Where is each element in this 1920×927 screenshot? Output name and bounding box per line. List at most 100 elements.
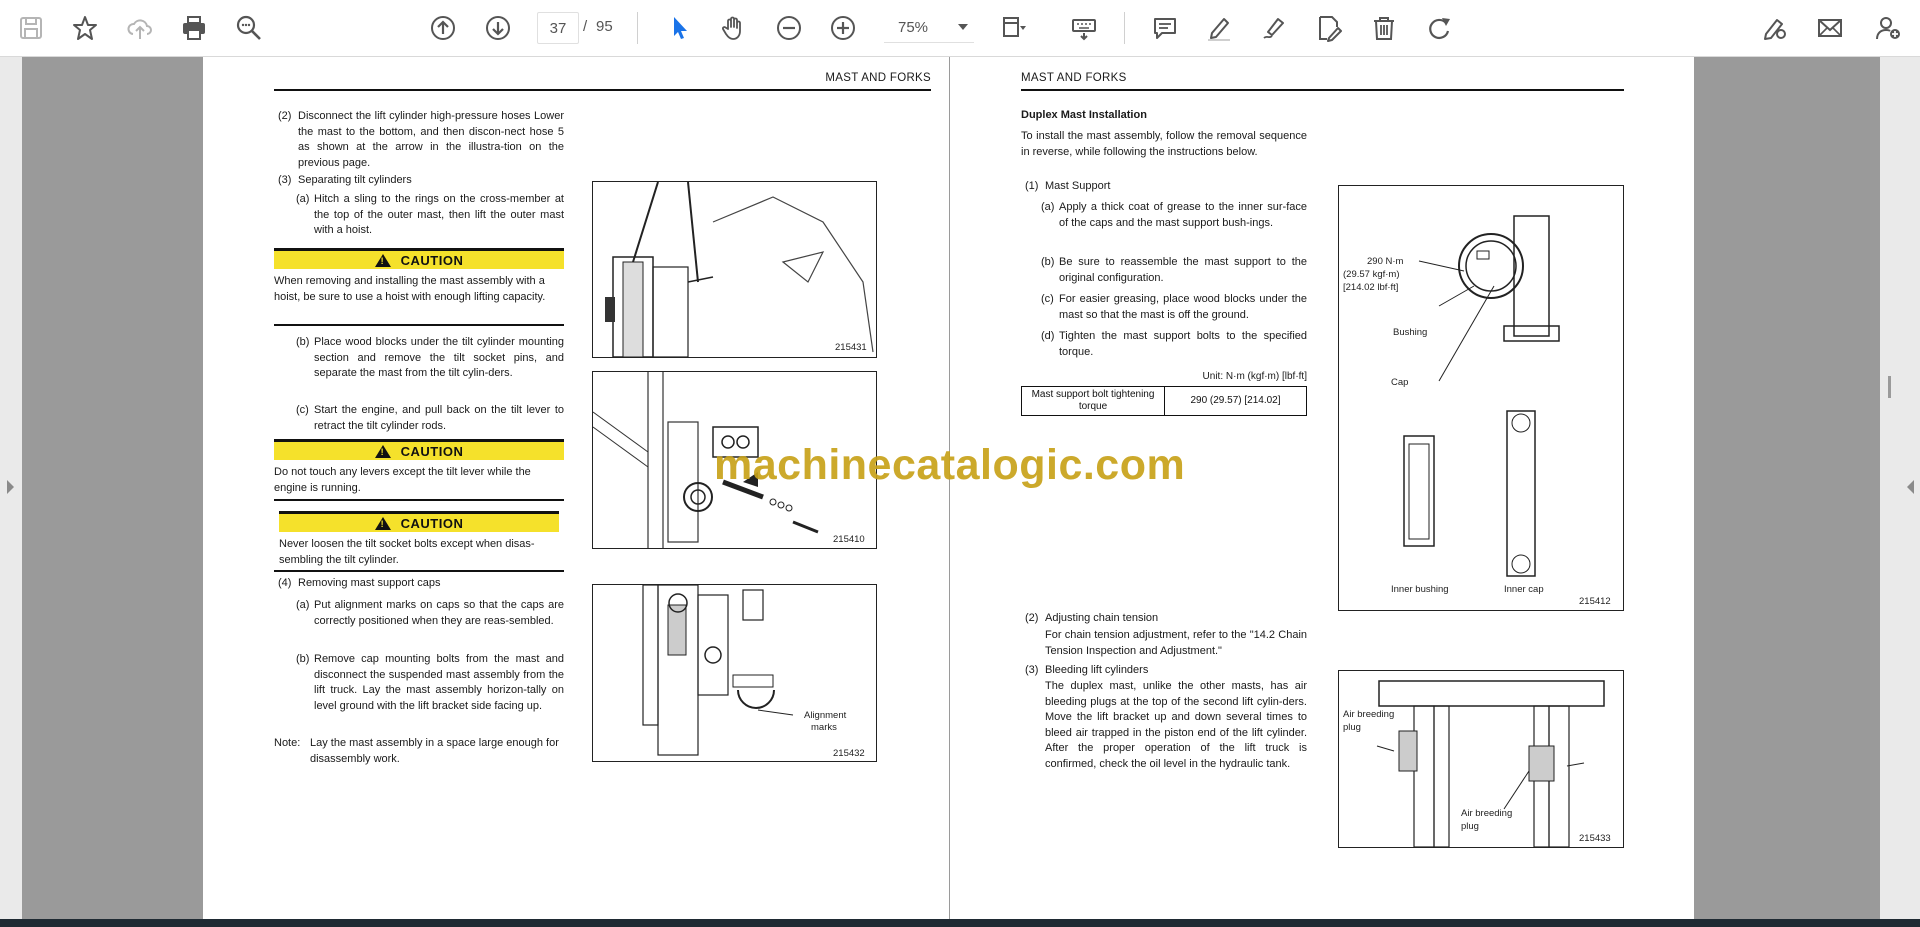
print-icon[interactable] [176, 10, 212, 46]
substep-number: (a) [296, 599, 310, 611]
substep-number: (c) [296, 404, 309, 416]
caution-rule [274, 499, 564, 501]
step-text: The duplex mast, unlike the other masts,… [1045, 680, 1307, 770]
select-cursor-icon[interactable] [661, 10, 697, 46]
right-panel-toggle[interactable] [1880, 57, 1920, 919]
sign-edit-icon[interactable] [1757, 10, 1793, 46]
zoom-in-icon[interactable] [825, 10, 861, 46]
page-number-input[interactable]: 37 [537, 12, 579, 44]
figure-callout: Inner cap [1504, 584, 1544, 595]
warning-triangle-icon: ! [374, 516, 391, 530]
caution-label: CAUTION [400, 443, 464, 459]
toolbar: 37 / 95 75% [0, 0, 1920, 57]
save-icon[interactable] [13, 10, 49, 46]
substep-text: Start the engine, and pull back on the t… [314, 404, 564, 432]
step-number: (2) [278, 110, 292, 122]
step-number: (3) [1025, 664, 1039, 676]
caution-text: When removing and installing the mast as… [274, 275, 546, 303]
hand-tool-icon[interactable] [716, 10, 752, 46]
previous-page-icon[interactable] [425, 10, 461, 46]
intro-text: To install the mast assembly, follow the… [1021, 130, 1307, 158]
figure-callout: plug [1343, 722, 1361, 733]
caution-text: Do not touch any levers except the tilt … [274, 466, 531, 494]
expand-left-icon[interactable] [7, 480, 14, 494]
table-row: Mast support bolt tightening torque 290 … [1021, 386, 1307, 416]
figure-number: 215431 [835, 342, 867, 353]
expand-right-icon[interactable] [1907, 480, 1914, 494]
header-rule [274, 89, 931, 91]
substep-text: Be sure to reassemble the mast support t… [1059, 256, 1307, 284]
step-number: (2) [1025, 612, 1039, 624]
toolbar-divider [1124, 12, 1125, 44]
email-icon[interactable] [1812, 10, 1848, 46]
caution-text: Never loosen the tilt socket bolts excep… [279, 538, 535, 566]
step-number: (1) [1025, 180, 1039, 192]
figure-mast-support: 290 N·m (29.57 kgf·m) [214.02 lbf·ft] Bu… [1338, 185, 1624, 611]
substep-text: Apply a thick coat of grease to the inne… [1059, 201, 1307, 229]
add-user-icon[interactable] [1870, 10, 1906, 46]
figure-callout: (29.57 kgf·m) [1343, 269, 1400, 280]
zoom-out-search-icon[interactable] [231, 10, 267, 46]
step-title: Bleeding lift cylinders [1045, 664, 1149, 676]
zoom-select[interactable]: 75% [884, 12, 974, 43]
figure-number: 215432 [833, 748, 865, 759]
substep-number: (b) [296, 336, 310, 348]
caution-banner: ! CAUTION [279, 511, 559, 532]
substep-text: Tighten the mast support bolts to the sp… [1059, 330, 1307, 358]
caution-label: CAUTION [400, 515, 464, 531]
header-rule [1021, 89, 1624, 91]
substep-text: For easier greasing, place wood blocks u… [1059, 293, 1307, 321]
figure-callout: Air breeding [1343, 709, 1395, 720]
figure-callout: [214.02 lbf·ft] [1343, 282, 1399, 293]
figure-number: 215410 [833, 534, 865, 545]
figure-number: 215412 [1579, 596, 1611, 607]
substep-number: (c) [1041, 293, 1054, 305]
step-number: (3) [278, 174, 292, 186]
substep-number: (a) [1041, 201, 1055, 213]
caution-banner: ! CAUTION [274, 248, 564, 269]
comment-icon[interactable] [1147, 10, 1183, 46]
substep-number: (b) [296, 653, 310, 665]
table-cell: Mast support bolt tightening torque [1021, 386, 1165, 416]
warning-triangle-icon: ! [374, 444, 391, 458]
caution-rule [274, 324, 564, 326]
chevron-down-icon [958, 24, 968, 30]
figure-mast-hoist: 215431 [592, 181, 877, 358]
caution-banner: ! CAUTION [274, 439, 564, 460]
figure-callout: Cap [1391, 377, 1409, 388]
step-text: Mast Support [1045, 180, 1111, 192]
delete-trash-icon[interactable] [1366, 10, 1402, 46]
table-cell: 290 (29.57) [214.02] [1164, 386, 1307, 416]
toolbar-divider [637, 12, 638, 44]
next-page-icon[interactable] [480, 10, 516, 46]
page-fit-icon[interactable] [996, 10, 1032, 46]
substep-number: (d) [1041, 330, 1055, 342]
upload-cloud-icon[interactable] [122, 10, 158, 46]
watermark: machinecatalogic.com [714, 441, 1186, 489]
draw-pen-icon[interactable] [1256, 10, 1292, 46]
step-text: For chain tension adjustment, refer to t… [1045, 629, 1307, 657]
figure-callout: Inner bushing [1391, 584, 1449, 595]
figure-callout: 290 N·m [1367, 256, 1404, 267]
keyboard-icon[interactable] [1066, 10, 1102, 46]
step-number: (4) [278, 577, 292, 589]
zoom-out-icon[interactable] [771, 10, 807, 46]
page-header: MAST AND FORKS [825, 72, 931, 84]
step-text: Separating tilt cylinders [298, 174, 412, 186]
substep-text: Hitch a sling to the rings on the cross-… [314, 193, 564, 236]
step-text: Removing mast support caps [298, 577, 441, 589]
figure-callout: Alignment [804, 710, 847, 721]
substep-text: Place wood blocks under the tilt cylinde… [314, 336, 564, 379]
substep-text: Put alignment marks on caps so that the … [314, 599, 564, 627]
figure-callout: marks [811, 722, 837, 733]
scrollbar-thumb[interactable] [1888, 376, 1891, 398]
highlight-pen-icon[interactable] [1201, 10, 1237, 46]
edit-document-icon[interactable] [1311, 10, 1347, 46]
note-text: Lay the mast assembly in a space large e… [310, 737, 559, 765]
unit-label: Unit: N·m (kgf·m) [lbf·ft] [1202, 371, 1307, 382]
redo-icon[interactable] [1421, 10, 1457, 46]
page-total: 95 [596, 18, 613, 35]
bookmark-star-icon[interactable] [67, 10, 103, 46]
zoom-value: 75% [898, 18, 929, 36]
substep-number: (b) [1041, 256, 1055, 268]
